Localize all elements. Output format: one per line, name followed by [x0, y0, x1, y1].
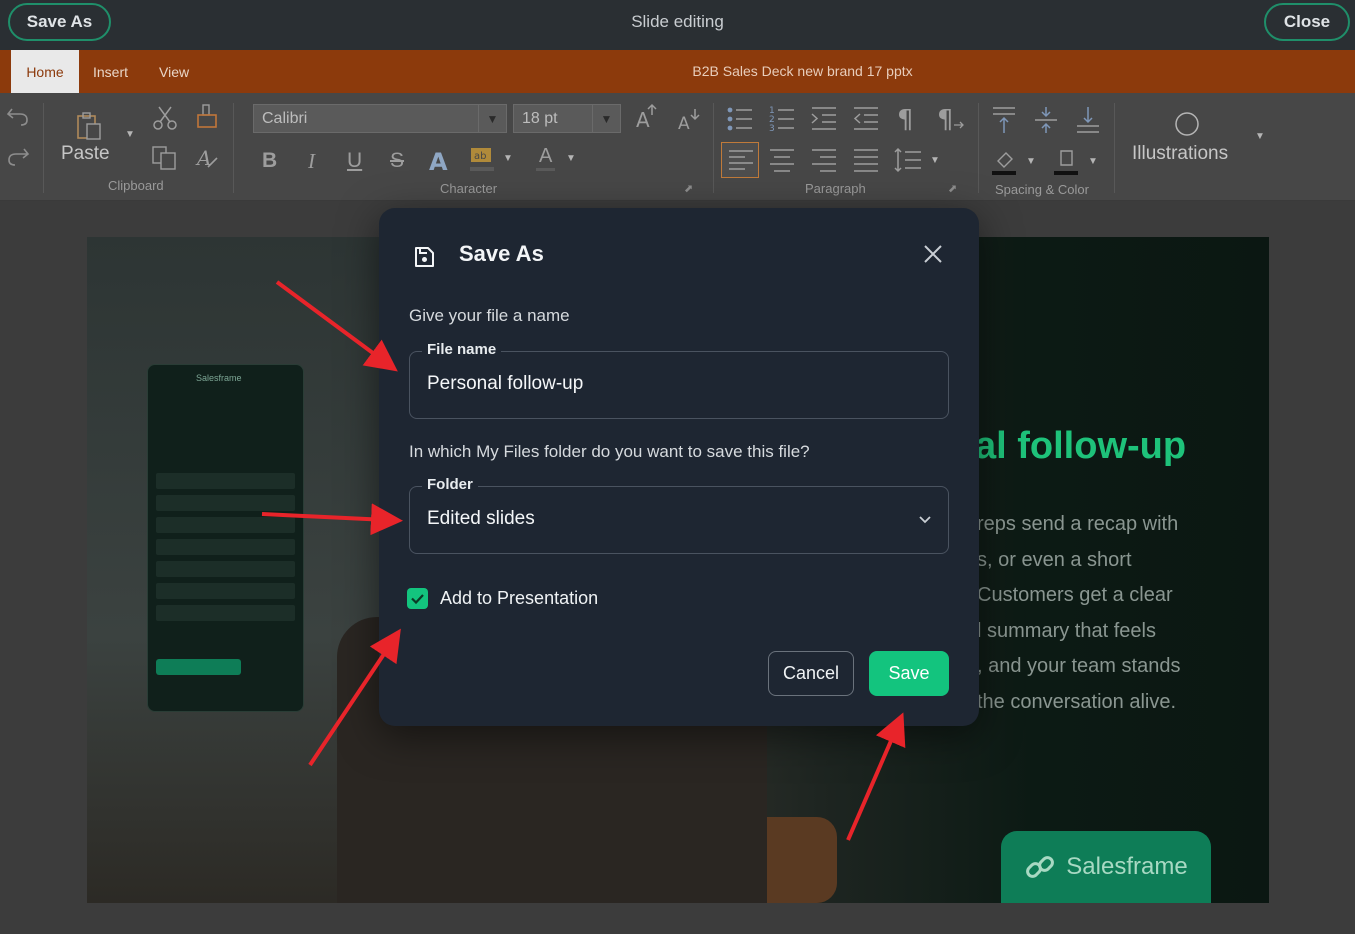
font-size-chevron-icon[interactable]: ▼ [592, 105, 620, 132]
folder-label: Folder [422, 476, 478, 493]
phone-mockup: Salesframe [147, 364, 304, 712]
folder-question: In which My Files folder do you want to … [409, 442, 810, 461]
brand-name: Salesframe [1066, 853, 1188, 880]
close-icon[interactable] [920, 241, 946, 267]
grow-font-icon[interactable]: A [634, 103, 660, 131]
font-size-select[interactable]: 18 pt ▼ [513, 104, 621, 133]
link-icon [1026, 856, 1055, 878]
italic-button[interactable]: I [308, 149, 315, 174]
save-as-dialog: Save As Give your file a name File name … [379, 208, 979, 726]
space-before-icon[interactable] [990, 105, 1018, 135]
align-center-icon[interactable] [768, 146, 796, 174]
strikethrough-button[interactable]: S [390, 149, 404, 173]
line-spacing-chevron-icon[interactable]: ▼ [930, 155, 940, 166]
character-group-label: Character [440, 181, 498, 196]
clipboard-group-label: Clipboard [108, 178, 164, 193]
decrease-indent-icon[interactable] [852, 105, 880, 133]
bold-button[interactable]: B [262, 149, 277, 173]
font-name-select[interactable]: Calibri ▼ [253, 104, 507, 133]
paragraph-dialog-launcher-icon[interactable]: ⬈ [948, 182, 957, 195]
save-button[interactable]: Save [869, 651, 949, 696]
paste-options-chevron-icon[interactable]: ▼ [125, 129, 135, 140]
underline-button[interactable]: U [347, 149, 362, 173]
increase-indent-icon[interactable] [810, 105, 838, 133]
document-name: B2B Sales Deck new brand 17 pptx [692, 63, 913, 79]
top-bar: Save As Slide editing Close [0, 0, 1355, 50]
shapes-circle-icon[interactable] [1175, 112, 1201, 138]
highlight-color-icon[interactable]: ab [468, 145, 498, 173]
bullets-icon[interactable] [726, 105, 754, 133]
align-left-icon[interactable] [721, 142, 759, 178]
file-name-input[interactable]: Personal follow-up [427, 373, 583, 395]
svg-text:A: A [636, 108, 650, 131]
svg-text:3: 3 [769, 124, 775, 133]
dialog-subtitle: Give your file a name [409, 306, 570, 325]
redo-icon[interactable] [6, 145, 30, 167]
ribbon-toolbar: Paste ▼ A Clipboard Calibri ▼ 18 pt ▼ A … [0, 93, 1355, 201]
phone-app-name: Salesframe [196, 373, 242, 383]
window-title: Slide editing [631, 12, 724, 31]
border-color-icon[interactable] [1052, 147, 1082, 177]
slide-heading: al follow-up [975, 425, 1187, 467]
cut-icon[interactable] [152, 105, 178, 131]
clear-format-icon[interactable]: A [195, 145, 221, 171]
paragraph-group-label: Paragraph [805, 181, 866, 196]
undo-icon[interactable] [6, 105, 30, 127]
copy-icon[interactable] [150, 145, 178, 171]
add-to-presentation-checkbox[interactable] [407, 588, 428, 609]
paragraph-mark-icon[interactable]: ¶ [896, 103, 922, 133]
cancel-button[interactable]: Cancel [768, 651, 854, 696]
spacing-color-group-label: Spacing & Color [995, 182, 1089, 197]
folder-select[interactable]: Folder Edited slides [409, 476, 949, 554]
character-dialog-launcher-icon[interactable]: ⬈ [684, 182, 693, 195]
highlight-chevron-icon[interactable]: ▼ [503, 153, 513, 164]
font-color-button[interactable]: A [536, 145, 556, 171]
paste-label[interactable]: Paste [61, 143, 110, 165]
space-between-icon[interactable] [1032, 105, 1060, 135]
line-spacing-icon[interactable] [893, 146, 923, 174]
border-color-chevron-icon[interactable]: ▼ [1088, 156, 1098, 167]
text-effects-icon[interactable]: A [428, 148, 454, 174]
slide-body-text: reps send a recap with s, or even a shor… [977, 513, 1181, 713]
shading-chevron-icon[interactable]: ▼ [1026, 156, 1036, 167]
ribbon-tab-bar: Home Insert View B2B Sales Deck new bran… [0, 50, 1355, 93]
svg-text:A: A [429, 148, 448, 174]
svg-text:ab: ab [474, 151, 486, 162]
paste-icon[interactable] [74, 111, 102, 141]
illustrations-chevron-icon[interactable]: ▼ [1255, 131, 1265, 142]
save-icon [415, 247, 434, 267]
font-name-value: Calibri [262, 110, 308, 127]
font-name-chevron-icon[interactable]: ▼ [478, 105, 506, 132]
close-button[interactable]: Close [1264, 3, 1350, 41]
checkmark-icon [411, 594, 424, 605]
shading-icon[interactable] [990, 147, 1020, 177]
align-right-icon[interactable] [810, 146, 838, 174]
add-to-presentation-label[interactable]: Add to Presentation [440, 588, 598, 609]
svg-text:A: A [678, 114, 690, 133]
svg-text:¶: ¶ [897, 105, 914, 133]
space-after-icon[interactable] [1074, 105, 1102, 135]
chevron-down-icon[interactable] [918, 513, 932, 527]
rtl-paragraph-icon[interactable]: ¶ [936, 103, 966, 133]
shrink-font-icon[interactable]: A [676, 105, 702, 133]
format-painter-icon[interactable] [195, 103, 221, 131]
svg-text:¶: ¶ [937, 105, 954, 133]
folder-select-value[interactable]: Edited slides [427, 508, 535, 530]
file-name-label: File name [422, 341, 502, 358]
brand-badge: Salesframe [1001, 831, 1211, 903]
justify-icon[interactable] [852, 146, 880, 174]
numbering-icon[interactable]: 123 [768, 105, 796, 133]
dialog-title: Save As [459, 241, 544, 266]
font-size-value: 18 pt [522, 110, 558, 127]
illustrations-button[interactable]: Illustrations [1132, 143, 1228, 165]
font-color-chevron-icon[interactable]: ▼ [566, 153, 576, 164]
file-name-field[interactable]: File name Personal follow-up [409, 341, 949, 419]
